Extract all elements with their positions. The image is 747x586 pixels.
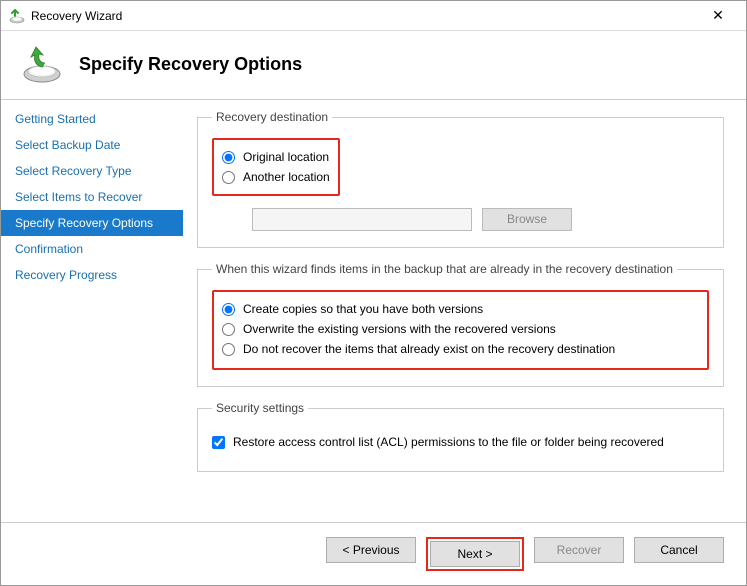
radio-original-location[interactable]: [222, 151, 235, 164]
recovery-destination-group: Recovery destination Original location A…: [197, 110, 724, 248]
sidebar-item-select-recovery-type[interactable]: Select Recovery Type: [1, 158, 183, 184]
sidebar-item-select-items[interactable]: Select Items to Recover: [1, 184, 183, 210]
sidebar-item-select-backup-date[interactable]: Select Backup Date: [1, 132, 183, 158]
radio-another-location-label: Another location: [243, 170, 330, 184]
destination-path-row: Browse: [252, 208, 709, 231]
wizard-icon: [21, 43, 63, 85]
recovery-destination-legend: Recovery destination: [212, 110, 332, 124]
cancel-button[interactable]: Cancel: [634, 537, 724, 563]
collision-legend: When this wizard finds items in the back…: [212, 262, 677, 276]
titlebar: Recovery Wizard ✕: [1, 1, 746, 31]
radio-original-location-label: Original location: [243, 150, 329, 164]
sidebar-item-confirmation[interactable]: Confirmation: [1, 236, 183, 262]
security-legend: Security settings: [212, 401, 308, 415]
restore-acl-label: Restore access control list (ACL) permis…: [233, 435, 664, 449]
sidebar-item-specify-options[interactable]: Specify Recovery Options: [1, 210, 183, 236]
sidebar-item-recovery-progress[interactable]: Recovery Progress: [1, 262, 183, 288]
radio-create-copies[interactable]: [222, 303, 235, 316]
next-button-highlight: Next >: [426, 537, 524, 571]
wizard-steps-sidebar: Getting Started Select Backup Date Selec…: [1, 100, 183, 522]
restore-acl-checkbox[interactable]: [212, 436, 225, 449]
radio-skip-row[interactable]: Do not recover the items that already ex…: [222, 342, 699, 356]
radio-overwrite-row[interactable]: Overwrite the existing versions with the…: [222, 322, 699, 336]
close-button[interactable]: ✕: [698, 2, 738, 30]
radio-another-location[interactable]: [222, 171, 235, 184]
sidebar-item-getting-started[interactable]: Getting Started: [1, 106, 183, 132]
recover-button: Recover: [534, 537, 624, 563]
destination-path-input: [252, 208, 472, 231]
browse-button: Browse: [482, 208, 572, 231]
radio-overwrite[interactable]: [222, 323, 235, 336]
security-group: Security settings Restore access control…: [197, 401, 724, 472]
radio-create-copies-row[interactable]: Create copies so that you have both vers…: [222, 302, 699, 316]
radio-original-location-row[interactable]: Original location: [222, 150, 330, 164]
wizard-header: Specify Recovery Options: [1, 31, 746, 99]
wizard-main-panel: Recovery destination Original location A…: [183, 100, 746, 522]
page-title: Specify Recovery Options: [79, 54, 302, 75]
wizard-footer: < Previous Next > Recover Cancel: [1, 522, 746, 585]
window-title: Recovery Wizard: [31, 9, 698, 23]
radio-overwrite-label: Overwrite the existing versions with the…: [243, 322, 556, 336]
collision-highlight: Create copies so that you have both vers…: [212, 290, 709, 370]
radio-skip-label: Do not recover the items that already ex…: [243, 342, 615, 356]
radio-skip[interactable]: [222, 343, 235, 356]
collision-group: When this wizard finds items in the back…: [197, 262, 724, 387]
next-button[interactable]: Next >: [430, 541, 520, 567]
app-icon: [9, 8, 25, 24]
wizard-body: Getting Started Select Backup Date Selec…: [1, 99, 746, 522]
previous-button[interactable]: < Previous: [326, 537, 416, 563]
radio-create-copies-label: Create copies so that you have both vers…: [243, 302, 483, 316]
destination-highlight: Original location Another location: [212, 138, 340, 196]
restore-acl-row[interactable]: Restore access control list (ACL) permis…: [212, 435, 709, 449]
radio-another-location-row[interactable]: Another location: [222, 170, 330, 184]
